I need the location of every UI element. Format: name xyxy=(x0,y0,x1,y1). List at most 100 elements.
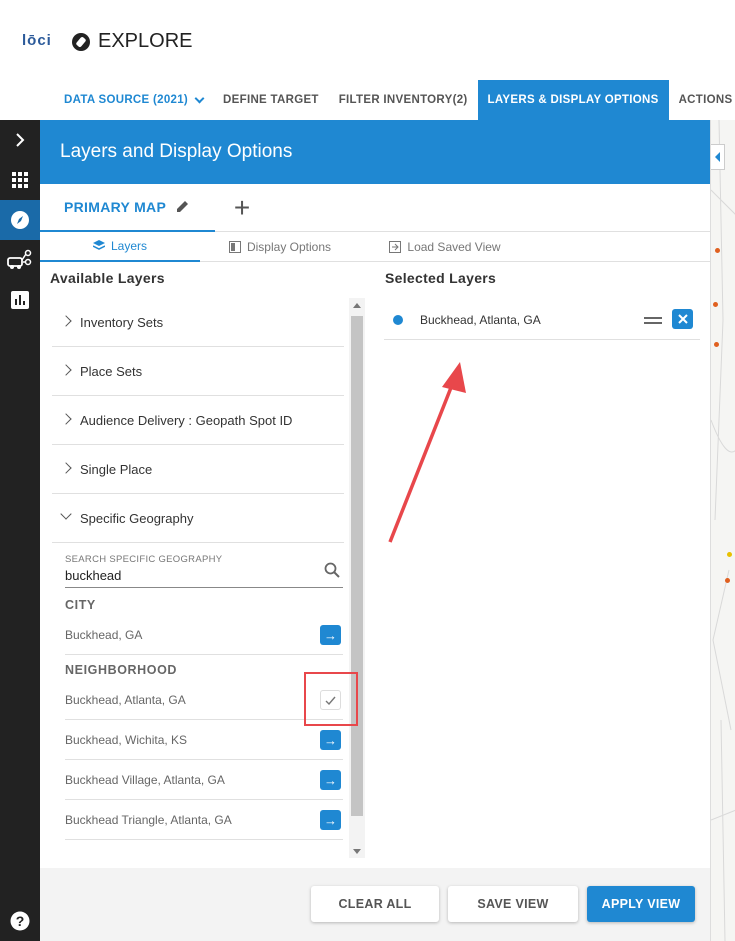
category-city: CITY xyxy=(65,598,96,612)
section-place-sets[interactable]: Place Sets xyxy=(52,347,344,396)
tab-filter-inventory[interactable]: FILTER INVENTORY(2) xyxy=(329,80,478,120)
layer-subtabs: Layers Display Options Load Saved View xyxy=(40,232,710,262)
add-layer-button[interactable]: → xyxy=(320,810,341,830)
result-label: Buckhead, GA xyxy=(65,627,143,642)
compass-icon xyxy=(11,211,29,229)
subtab-layers[interactable]: Layers xyxy=(40,232,200,262)
clear-all-button[interactable]: CLEAR ALL xyxy=(311,886,439,922)
help-icon: ? xyxy=(10,911,30,931)
data-source-label: DATA SOURCE (2021) xyxy=(64,94,189,106)
layers-panel: Layers and Display Options PRIMARY MAP +… xyxy=(40,120,710,941)
tab-layers-display-options[interactable]: LAYERS & DISPLAY OPTIONS xyxy=(477,80,669,120)
selected-layer-row: Buckhead, Atlanta, GA xyxy=(384,300,700,340)
compass-icon xyxy=(72,32,90,51)
scrollbar-thumb[interactable] xyxy=(351,316,363,816)
chevron-right-icon xyxy=(60,462,72,474)
subtab-display-options-label: Display Options xyxy=(246,240,332,254)
chevron-right-icon xyxy=(60,315,72,327)
section-inventory-sets[interactable]: Inventory Sets xyxy=(52,298,344,347)
result-label: Buckhead, Atlanta, GA xyxy=(65,692,186,707)
explore-nav-button[interactable] xyxy=(0,200,40,240)
selected-layers-heading: Selected Layers xyxy=(385,270,497,286)
section-label: Specific Geography xyxy=(80,510,194,526)
expand-rail-button[interactable] xyxy=(0,120,40,160)
drag-handle-icon[interactable] xyxy=(644,315,662,325)
grid-icon xyxy=(12,172,28,188)
result-label: Buckhead Triangle, Atlanta, GA xyxy=(65,812,232,827)
result-buckhead-triangle: Buckhead Triangle, Atlanta, GA → xyxy=(65,800,343,840)
top-nav-tabs: DATA SOURCE (2021) DEFINE TARGET FILTER … xyxy=(0,80,735,120)
result-buckhead-village: Buckhead Village, Atlanta, GA → xyxy=(65,760,343,800)
map-tabs: PRIMARY MAP + xyxy=(40,184,710,232)
annotation-arrow xyxy=(388,362,466,543)
layers-icon xyxy=(92,240,105,250)
category-neighborhood: NEIGHBORHOOD xyxy=(65,663,178,677)
map-marker xyxy=(725,578,730,583)
subtab-display-options[interactable]: Display Options xyxy=(216,232,344,262)
search-label: SEARCH SPECIFIC GEOGRAPHY xyxy=(65,554,223,565)
panel-footer: CLEAR ALL SAVE VIEW APPLY VIEW xyxy=(40,868,710,941)
result-buckhead-atlanta-ga: Buckhead, Atlanta, GA xyxy=(65,680,343,720)
section-label: Inventory Sets xyxy=(80,314,164,330)
primary-map-label: PRIMARY MAP xyxy=(64,199,166,215)
loci-logo: lōci xyxy=(22,32,52,49)
subtab-layers-label: Layers xyxy=(110,239,148,253)
annotation-highlight-box xyxy=(304,672,358,726)
chevron-right-icon xyxy=(60,413,72,425)
reports-nav-button[interactable] xyxy=(0,280,40,320)
grid-menu-button[interactable] xyxy=(0,160,40,200)
page-title-text: EXPLORE xyxy=(98,30,193,52)
data-source-dropdown[interactable]: DATA SOURCE (2021) xyxy=(54,80,213,120)
selected-layer-name: Buckhead, Atlanta, GA xyxy=(420,313,541,327)
map-marker xyxy=(713,302,718,307)
add-layer-button[interactable]: → xyxy=(320,770,341,790)
section-label: Audience Delivery : Geopath Spot ID xyxy=(80,412,293,428)
result-label: Buckhead Village, Atlanta, GA xyxy=(65,772,225,787)
apply-view-button[interactable]: APPLY VIEW xyxy=(587,886,695,922)
result-buckhead-ga: Buckhead, GA → xyxy=(65,615,343,655)
panel-title: Layers and Display Options xyxy=(40,120,710,184)
section-specific-geography[interactable]: Specific Geography xyxy=(52,494,344,543)
layer-color-dot[interactable] xyxy=(393,315,403,325)
chevron-left-icon xyxy=(715,152,720,162)
section-audience-delivery[interactable]: Audience Delivery : Geopath Spot ID xyxy=(52,396,344,445)
map-marker xyxy=(727,552,732,557)
available-layers-list: Inventory Sets Place Sets Audience Deliv… xyxy=(52,298,344,858)
add-map-button[interactable]: + xyxy=(230,192,254,224)
left-rail: ? xyxy=(0,120,40,941)
bar-chart-icon xyxy=(11,291,29,309)
subtab-load-saved-view[interactable]: Load Saved View xyxy=(370,232,520,262)
help-button[interactable]: ? xyxy=(0,901,40,941)
search-specific-geography-input[interactable]: buckhead xyxy=(65,568,343,588)
section-label: Single Place xyxy=(80,461,153,477)
collapse-map-button[interactable] xyxy=(711,144,725,170)
edit-pencil-icon[interactable] xyxy=(176,199,190,213)
chevron-down-icon xyxy=(194,93,205,103)
section-label: Place Sets xyxy=(80,363,143,379)
result-buckhead-wichita-ks: Buckhead, Wichita, KS → xyxy=(65,720,343,760)
page-title: EXPLORE xyxy=(72,30,192,53)
add-layer-button[interactable]: → xyxy=(320,625,341,645)
scroll-down-icon[interactable] xyxy=(353,849,361,854)
search-icon[interactable] xyxy=(324,562,340,578)
section-single-place[interactable]: Single Place xyxy=(52,445,344,494)
remove-layer-button[interactable] xyxy=(672,309,693,329)
map-preview[interactable] xyxy=(710,120,735,941)
tab-define-target[interactable]: DEFINE TARGET xyxy=(213,80,329,120)
tab-actions[interactable]: ACTIONS xyxy=(669,80,735,120)
add-layer-button[interactable]: → xyxy=(320,730,341,750)
tab-primary-map[interactable]: PRIMARY MAP xyxy=(40,184,215,232)
save-view-button[interactable]: SAVE VIEW xyxy=(448,886,578,922)
map-roads xyxy=(711,120,735,941)
chevron-right-icon xyxy=(60,364,72,376)
result-label: Buckhead, Wichita, KS xyxy=(65,732,188,747)
available-layers-heading: Available Layers xyxy=(50,270,165,286)
scroll-up-icon[interactable] xyxy=(353,303,361,308)
close-icon xyxy=(677,314,688,324)
map-marker xyxy=(715,248,720,253)
svg-text:?: ? xyxy=(16,913,25,929)
workflow-nav-button[interactable] xyxy=(0,240,40,280)
bus-network-icon xyxy=(7,249,32,269)
chevron-down-icon xyxy=(60,508,72,520)
import-icon xyxy=(389,241,402,253)
